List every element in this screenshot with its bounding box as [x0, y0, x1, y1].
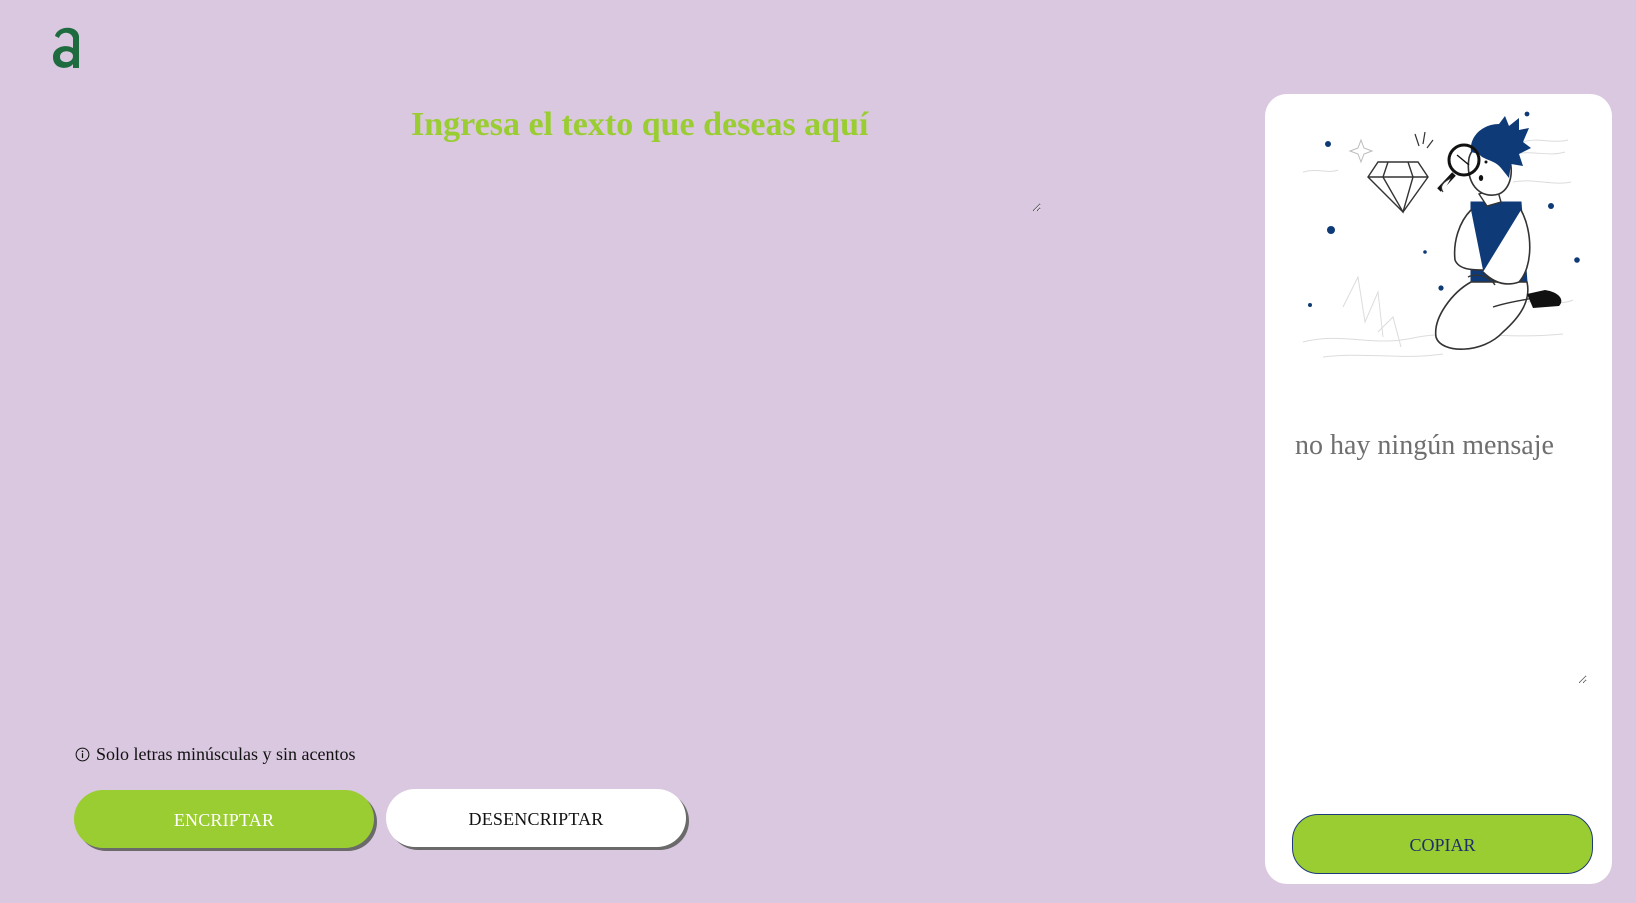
output-panel: COPIAR — [1265, 94, 1612, 884]
encrypt-button[interactable]: ENCRIPTAR — [74, 790, 374, 848]
info-icon — [75, 747, 90, 762]
logo-icon — [53, 27, 79, 68]
copy-button[interactable]: COPIAR — [1292, 814, 1593, 874]
person-magnifier-diamond-illustration — [1302, 111, 1580, 358]
hint: Solo letras minúsculas y sin acentos — [75, 744, 355, 765]
decrypt-button[interactable]: DESENCRIPTAR — [386, 789, 686, 847]
logo — [50, 22, 84, 72]
hint-text: Solo letras minúsculas y sin acentos — [96, 744, 356, 764]
output-text[interactable] — [1295, 430, 1587, 684]
message-input[interactable] — [405, 102, 1041, 212]
